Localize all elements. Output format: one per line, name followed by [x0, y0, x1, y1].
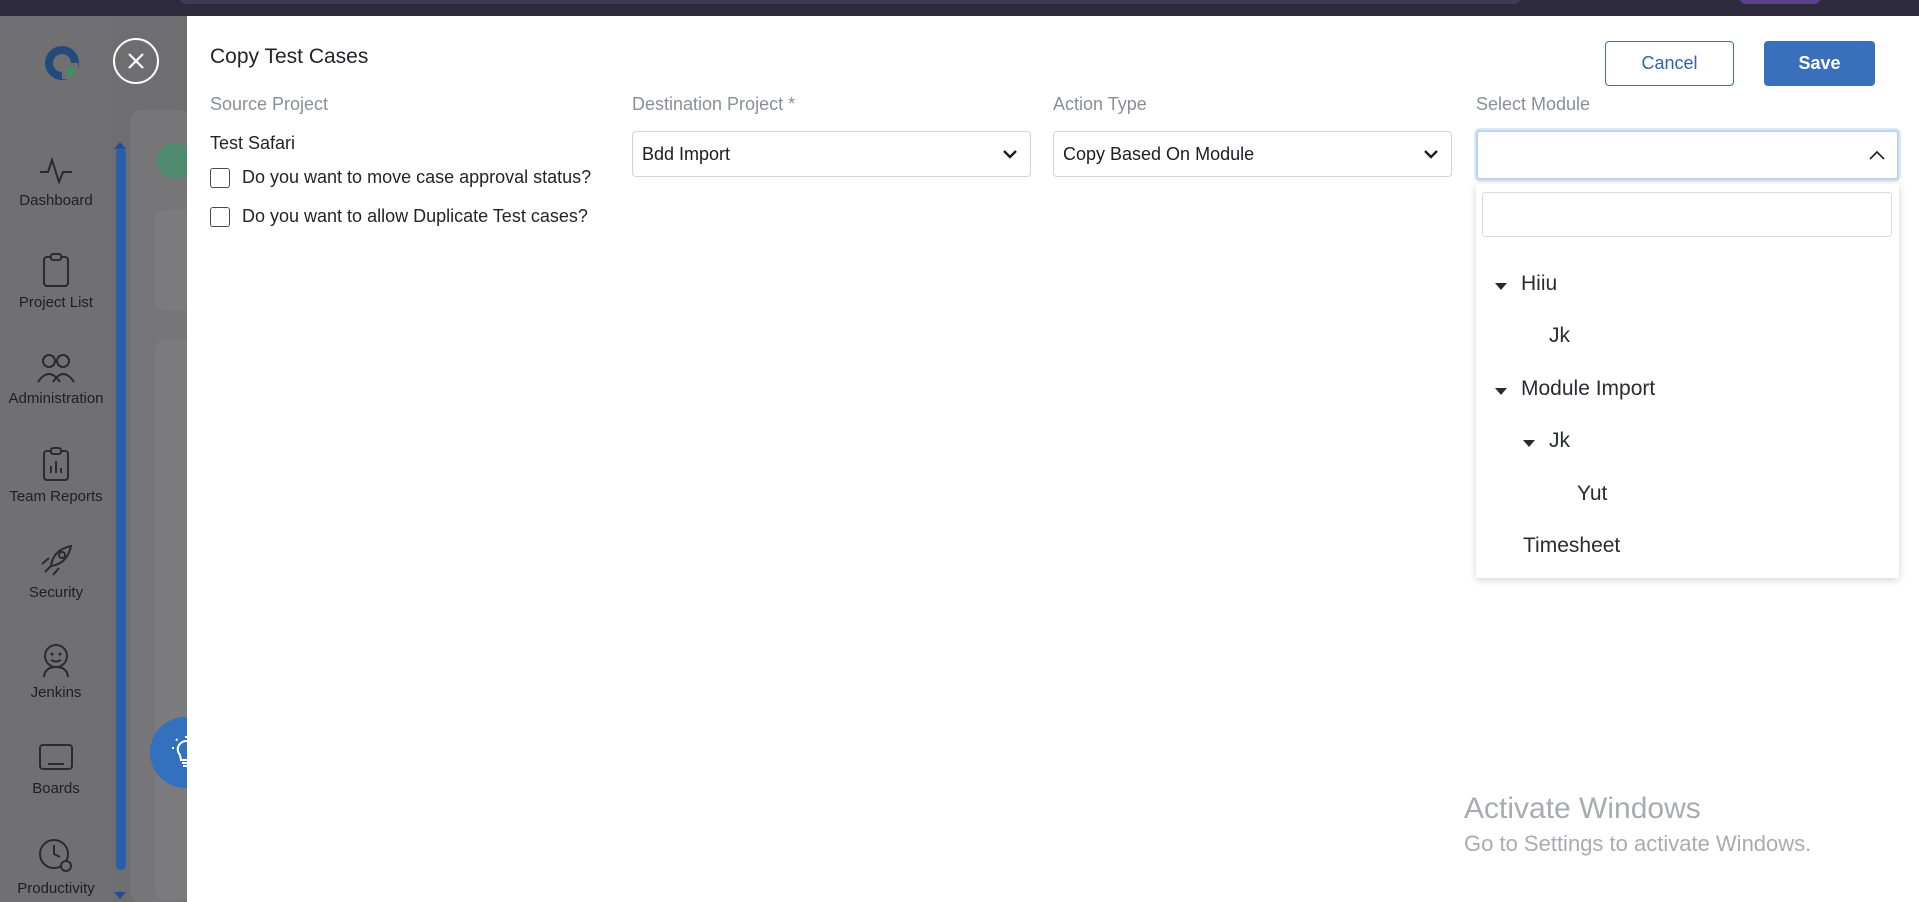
activity-icon: [40, 156, 72, 185]
windows-activation-subtitle: Go to Settings to activate Windows.: [1464, 831, 1812, 856]
sidebar-item-label: Team Reports: [9, 488, 103, 505]
sidebar-item-boards[interactable]: Boards: [0, 742, 112, 797]
module-dropdown: Hiiu Jk Module Import Jk Yut Timesheet: [1476, 184, 1899, 578]
sidebar-item-label: Security: [28, 584, 84, 601]
action-type-select[interactable]: Copy Based On Module: [1053, 131, 1452, 177]
windows-activation-title: Activate Windows: [1464, 792, 1701, 825]
chevron-down-icon: [1411, 131, 1451, 177]
sidebar: Dashboard Project List Administration Te…: [0, 16, 112, 902]
sidebar-item-dashboard[interactable]: Dashboard: [0, 156, 112, 209]
destination-project-value: Bdd Import: [642, 143, 731, 164]
tree-node-label: Hiiu: [1521, 272, 1558, 295]
destination-project-select[interactable]: Bdd Import: [632, 131, 1031, 177]
top-bar: [0, 0, 1919, 16]
board-icon: [39, 744, 73, 770]
top-user-pill: [1740, 0, 1820, 4]
module-search-input[interactable]: [1482, 192, 1892, 237]
tree-node-module-import[interactable]: Module Import: [1495, 377, 1655, 401]
tree-node-jk[interactable]: Jk: [1549, 324, 1570, 348]
checkbox-label: Do you want to allow Duplicate Test case…: [242, 206, 588, 226]
allow-duplicates-checkbox[interactable]: [210, 206, 230, 227]
tree-node-timesheet[interactable]: Timesheet: [1523, 534, 1620, 558]
sidebar-item-label: Boards: [32, 780, 80, 797]
caret-down-icon[interactable]: [1495, 387, 1507, 395]
users-icon: [37, 354, 75, 383]
select-module-label: Select Module: [1476, 94, 1591, 114]
destination-project-label: Destination Project *: [632, 94, 796, 114]
action-type-label: Action Type: [1053, 94, 1147, 114]
rocket-icon: [41, 544, 73, 576]
clock-gear-icon: [39, 839, 72, 872]
tree-node-hiiu[interactable]: Hiiu: [1495, 272, 1557, 296]
app-logo: [45, 46, 79, 80]
source-project-label: Source Project: [210, 94, 329, 114]
tree-node-label: Jk: [1549, 429, 1570, 452]
sidebar-item-label: Productivity: [17, 880, 95, 897]
copy-test-cases-modal: Copy Test Cases Cancel Save Source Proje…: [187, 16, 1919, 902]
sidebar-item-administration[interactable]: Administration: [0, 352, 112, 407]
sidebar-scrollbar[interactable]: [116, 148, 126, 870]
sidebar-item-label: Project List: [18, 294, 94, 311]
chevron-down-icon: [990, 131, 1030, 177]
select-module-select[interactable]: [1476, 130, 1899, 180]
tree-node-label: Yut: [1577, 482, 1608, 505]
action-type-value: Copy Based On Module: [1063, 143, 1255, 164]
sidebar-item-project-list[interactable]: Project List: [0, 252, 112, 311]
tree-node-jk-nested[interactable]: Jk: [1523, 429, 1570, 453]
move-approval-status-row[interactable]: Do you want to move case approval status…: [210, 167, 591, 188]
scroll-down-arrow[interactable]: [114, 892, 126, 899]
tree-node-yut[interactable]: Yut: [1577, 482, 1607, 506]
source-project-value: Test Safari: [210, 133, 296, 153]
tree-node-label: Jk: [1549, 324, 1570, 347]
caret-down-icon[interactable]: [1495, 282, 1507, 290]
sidebar-item-security[interactable]: Security: [0, 544, 112, 601]
move-approval-status-checkbox[interactable]: [210, 167, 230, 188]
close-icon: [128, 53, 144, 69]
allow-duplicates-row[interactable]: Do you want to allow Duplicate Test case…: [210, 206, 588, 227]
caret-down-icon[interactable]: [1523, 439, 1535, 447]
tree-node-label: Timesheet: [1523, 534, 1621, 557]
chevron-up-icon: [1857, 132, 1897, 178]
sidebar-item-label: Administration: [8, 390, 104, 407]
sidebar-item-label: Dashboard: [19, 192, 93, 209]
tree-node-label: Module Import: [1521, 377, 1656, 400]
sidebar-item-productivity[interactable]: Productivity: [0, 838, 112, 897]
save-button[interactable]: Save: [1764, 41, 1875, 86]
cancel-button[interactable]: Cancel: [1605, 41, 1734, 86]
top-search-bar: [180, 0, 1520, 4]
sidebar-item-label: Jenkins: [30, 684, 82, 701]
sidebar-item-jenkins[interactable]: Jenkins: [0, 642, 112, 701]
sidebar-item-team-reports[interactable]: Team Reports: [0, 446, 112, 505]
modal-title: Copy Test Cases: [210, 45, 369, 68]
checkbox-label: Do you want to move case approval status…: [242, 167, 592, 187]
clipboard-icon: [43, 253, 69, 287]
close-modal-button[interactable]: [113, 38, 159, 84]
report-clipboard-icon: [43, 447, 69, 481]
jenkins-icon: [43, 644, 69, 678]
